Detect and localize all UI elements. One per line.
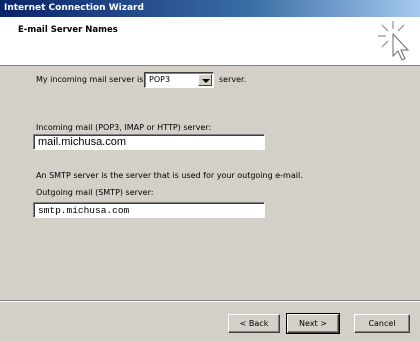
wizard-header: E-mail Server Names bbox=[0, 17, 420, 66]
incoming-server-field[interactable]: mail.michusa.com bbox=[33, 134, 265, 150]
outgoing-server-label: Outgoing mail (SMTP) server: bbox=[36, 188, 154, 197]
back-button[interactable]: < Back bbox=[228, 314, 280, 333]
incoming-type-label: My incoming mail server is a bbox=[36, 75, 151, 84]
incoming-server-label: Incoming mail (POP3, IMAP or HTTP) serve… bbox=[36, 123, 212, 132]
server-type-value: POP3 bbox=[149, 75, 171, 84]
incoming-server-type-select[interactable]: POP3 bbox=[144, 72, 214, 88]
divider bbox=[0, 300, 420, 302]
page-title: E-mail Server Names bbox=[18, 25, 118, 35]
outgoing-server-field[interactable]: smtp.michusa.com bbox=[33, 202, 265, 218]
cancel-button[interactable]: Cancel bbox=[354, 314, 410, 333]
chevron-down-icon[interactable] bbox=[198, 74, 212, 86]
smtp-description: An SMTP server is the server that is use… bbox=[36, 171, 303, 180]
wizard-sparkle-icon bbox=[378, 21, 410, 61]
wizard-window: Internet Connection Wizard E-mail Server… bbox=[0, 0, 420, 342]
title-bar: Internet Connection Wizard bbox=[0, 0, 420, 17]
server-suffix-label: server. bbox=[219, 75, 247, 84]
next-button[interactable]: Next > bbox=[286, 313, 340, 334]
